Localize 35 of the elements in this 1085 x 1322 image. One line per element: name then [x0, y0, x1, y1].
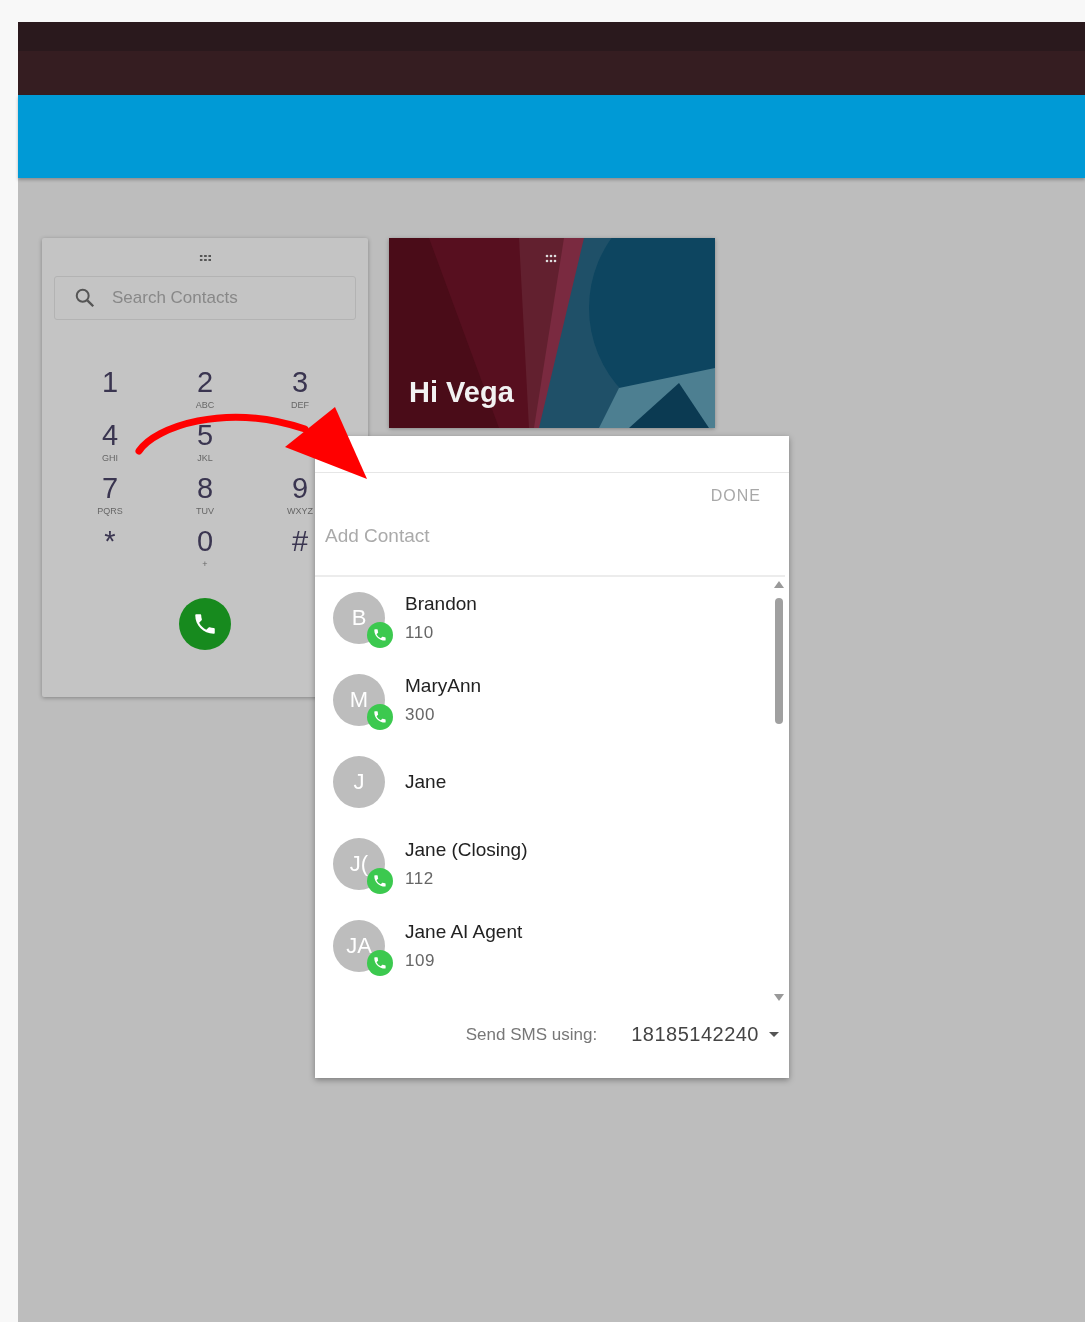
- drag-handle-icon[interactable]: [198, 254, 212, 262]
- caret-icon: [769, 1032, 779, 1037]
- phone-icon: [192, 611, 218, 637]
- contact-name: Jane: [405, 771, 447, 793]
- contact-name: Jane (Closing): [405, 839, 528, 861]
- search-field[interactable]: Search Contacts: [54, 276, 356, 320]
- contact-extension: 112: [405, 869, 435, 889]
- contact-item[interactable]: M MaryAnn 300: [333, 659, 773, 741]
- contact-name: Brandon: [405, 593, 477, 615]
- greeting-title: Hi Vega: [409, 376, 514, 409]
- contact-extension: 110: [405, 623, 435, 643]
- avatar: J: [333, 756, 385, 808]
- dial-key[interactable]: #: [291, 525, 309, 573]
- dial-key[interactable]: 2 ABC: [195, 366, 215, 414]
- contact-extension: 109: [405, 951, 436, 971]
- contact-item[interactable]: JA Jane AI Agent 109: [333, 905, 773, 987]
- contact-name: Jane AI Agent: [405, 921, 523, 943]
- dial-key[interactable]: 9 WXYZ: [287, 472, 313, 520]
- call-button[interactable]: [179, 598, 231, 650]
- contact-item[interactable]: J Jane: [333, 741, 773, 823]
- dial-key[interactable]: 8 TUV: [196, 472, 214, 520]
- contact-item[interactable]: J( Jane (Closing) 112: [333, 823, 773, 905]
- dial-key[interactable]: 7 PQRS: [97, 472, 123, 520]
- dial-key[interactable]: 1: [101, 366, 119, 414]
- sms-label: Send SMS using:: [465, 1024, 598, 1045]
- dial-key[interactable]: 5 JKL: [196, 419, 214, 467]
- sms-number-dropdown[interactable]: 18185142240: [631, 1023, 779, 1046]
- contact-name: MaryAnn: [405, 675, 482, 697]
- search-icon: [74, 287, 96, 309]
- dial-key[interactable]: 4 GHI: [101, 419, 119, 467]
- contact-item[interactable]: B Brandon 110: [333, 577, 773, 659]
- dial-key[interactable]: *: [104, 525, 116, 573]
- dial-key[interactable]: 0 +: [196, 525, 214, 573]
- dial-key[interactable]: 3 DEF: [291, 366, 309, 414]
- contact-extension: 300: [405, 705, 436, 725]
